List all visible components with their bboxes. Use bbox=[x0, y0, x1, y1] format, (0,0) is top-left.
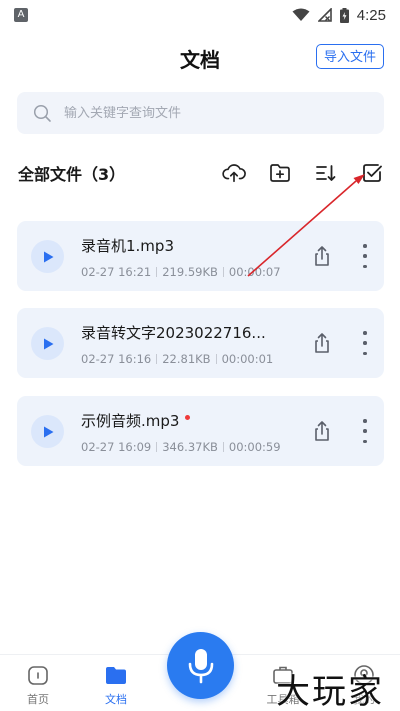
record-button[interactable] bbox=[167, 632, 234, 699]
file-card[interactable]: 录音机1.mp3 02-27 16:21 219.59KB 00:00:07 bbox=[17, 221, 384, 291]
cloud-upload-icon bbox=[222, 164, 246, 183]
home-icon bbox=[28, 666, 48, 685]
file-size: 346.37KB bbox=[162, 440, 218, 454]
status-time: 4:25 bbox=[356, 6, 386, 24]
file-duration: 00:00:59 bbox=[228, 440, 281, 454]
more-dot bbox=[363, 429, 367, 433]
file-name-text: 录音机1.mp3 bbox=[81, 237, 174, 255]
share-icon bbox=[315, 333, 329, 353]
section-header: 全部文件（3） bbox=[18, 158, 384, 188]
folder-icon bbox=[106, 667, 126, 684]
app-notification-icon: A bbox=[14, 8, 28, 22]
file-duration: 00:00:01 bbox=[221, 352, 274, 366]
new-folder-icon bbox=[270, 164, 290, 182]
cloud-upload-button[interactable] bbox=[222, 161, 246, 185]
more-options-button[interactable] bbox=[360, 244, 370, 268]
search-icon bbox=[33, 104, 51, 122]
more-dot bbox=[363, 254, 367, 258]
header: 文档 导入文件 bbox=[0, 38, 400, 78]
more-dot bbox=[363, 264, 367, 268]
new-folder-button[interactable] bbox=[268, 161, 292, 185]
file-size: 22.81KB bbox=[162, 352, 211, 366]
meta-divider bbox=[215, 354, 217, 364]
play-button[interactable] bbox=[31, 327, 64, 360]
nav-item-home[interactable]: 首页 bbox=[8, 663, 68, 707]
search-bar[interactable] bbox=[17, 92, 384, 134]
share-icon bbox=[315, 421, 329, 441]
share-button[interactable] bbox=[311, 332, 333, 354]
share-button[interactable] bbox=[311, 420, 333, 442]
file-date: 02-27 16:16 bbox=[81, 352, 152, 366]
new-file-dot bbox=[185, 415, 191, 420]
file-date: 02-27 16:09 bbox=[81, 440, 152, 454]
nav-item-documents[interactable]: 文档 bbox=[86, 663, 146, 707]
file-card[interactable]: 录音转文字2023022716... 02-27 16:16 22.81KB 0… bbox=[17, 308, 384, 378]
nav-label: 首页 bbox=[27, 693, 49, 706]
watermark: 大玩家 bbox=[276, 672, 384, 711]
file-meta: 02-27 16:09 346.37KB 00:00:59 bbox=[81, 440, 281, 454]
play-icon bbox=[43, 251, 53, 262]
search-input[interactable] bbox=[64, 105, 344, 121]
battery-charging-icon bbox=[339, 7, 349, 23]
more-options-button[interactable] bbox=[360, 331, 370, 355]
sort-icon bbox=[316, 165, 336, 181]
more-dot bbox=[363, 331, 367, 335]
more-options-button[interactable] bbox=[360, 419, 370, 443]
file-toolbar bbox=[222, 161, 384, 185]
nav-label: 文档 bbox=[105, 693, 127, 706]
wifi-icon bbox=[292, 8, 310, 21]
status-bar: A 4:25 bbox=[0, 0, 400, 30]
file-card[interactable]: 示例音频.mp3 02-27 16:09 346.37KB 00:00:59 bbox=[17, 396, 384, 466]
meta-divider bbox=[156, 354, 158, 364]
play-icon bbox=[43, 338, 53, 349]
meta-divider bbox=[156, 267, 158, 277]
file-name: 录音转文字2023022716... bbox=[81, 322, 266, 343]
file-name: 示例音频.mp3 bbox=[81, 410, 191, 431]
meta-divider bbox=[156, 442, 158, 452]
more-dot bbox=[363, 419, 367, 423]
share-button[interactable] bbox=[311, 245, 333, 267]
microphone-icon bbox=[188, 648, 213, 683]
import-file-button[interactable]: 导入文件 bbox=[315, 44, 384, 69]
more-dot bbox=[363, 244, 367, 248]
file-meta: 02-27 16:16 22.81KB 00:00:01 bbox=[81, 352, 273, 366]
file-duration: 00:00:07 bbox=[228, 265, 281, 279]
signal-off-icon bbox=[317, 8, 332, 22]
file-date: 02-27 16:21 bbox=[81, 265, 152, 279]
all-files-title: 全部文件（3） bbox=[18, 165, 126, 184]
more-dot bbox=[363, 341, 367, 345]
sort-button[interactable] bbox=[314, 161, 338, 185]
file-name: 录音机1.mp3 bbox=[81, 235, 174, 256]
meta-divider bbox=[222, 442, 224, 452]
more-dot bbox=[363, 351, 367, 355]
play-icon bbox=[43, 426, 53, 437]
status-indicators: 4:25 bbox=[292, 7, 386, 24]
meta-divider bbox=[222, 267, 224, 277]
play-button[interactable] bbox=[31, 240, 64, 273]
play-button[interactable] bbox=[31, 415, 64, 448]
file-meta: 02-27 16:21 219.59KB 00:00:07 bbox=[81, 265, 281, 279]
file-name-text: 示例音频.mp3 bbox=[81, 412, 180, 430]
share-icon bbox=[315, 246, 329, 266]
file-name-text: 录音转文字2023022716... bbox=[81, 324, 266, 342]
more-dot bbox=[363, 439, 367, 443]
multi-select-icon bbox=[363, 164, 382, 182]
multi-select-button[interactable] bbox=[360, 161, 384, 185]
file-size: 219.59KB bbox=[162, 265, 218, 279]
